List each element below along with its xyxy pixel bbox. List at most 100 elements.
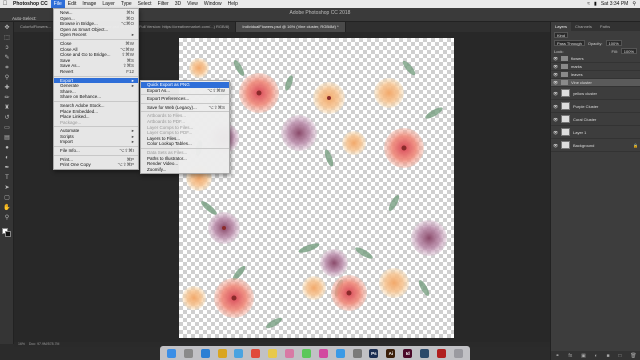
menubar-clock[interactable]: Sat 3:34 PM: [601, 1, 629, 7]
panel-tab-paths[interactable]: Paths: [596, 22, 614, 31]
opacity-input[interactable]: 100%: [605, 40, 622, 46]
new-group-icon[interactable]: ■: [607, 353, 610, 359]
menubar-item-type[interactable]: Type: [118, 0, 135, 8]
visibility-eye-icon[interactable]: 👁: [553, 56, 558, 61]
photoshop-icon[interactable]: Ps: [369, 348, 379, 358]
adjustment-icon[interactable]: ◐: [595, 353, 598, 359]
fx-icon[interactable]: fx: [568, 353, 572, 359]
menubar-item-image[interactable]: Image: [79, 0, 99, 8]
acrobat-icon[interactable]: [436, 348, 446, 358]
background-color-swatch[interactable]: [5, 231, 11, 237]
spotlight-icon[interactable]: ⚲: [632, 1, 636, 7]
stamp-tool-icon[interactable]: ♜: [2, 104, 12, 112]
lasso-tool-icon[interactable]: ↄ: [2, 44, 12, 52]
menu-item-color-lookup-tables[interactable]: Color Lookup Tables...: [141, 141, 229, 147]
illustrator-icon[interactable]: Ai: [386, 348, 396, 358]
new-layer-icon[interactable]: □: [618, 353, 621, 359]
eyedropper-tool-icon[interactable]: ⚲: [2, 74, 12, 82]
itunes-icon[interactable]: [318, 348, 328, 358]
apple-icon[interactable]: : [0, 1, 10, 7]
menubar-item-select[interactable]: Select: [135, 0, 155, 8]
blend-mode-select[interactable]: Pass Through: [554, 40, 585, 46]
layer-row[interactable]: 👁 Background 🔒: [551, 139, 640, 152]
marquee-tool-icon[interactable]: ⬚: [2, 34, 12, 42]
layer-row[interactable]: 👁 yellow cluster: [551, 87, 640, 100]
battery-icon[interactable]: ▮: [594, 1, 597, 7]
panel-tab-layers[interactable]: Layers: [551, 22, 572, 31]
photos-icon[interactable]: [285, 348, 295, 358]
path-select-tool-icon[interactable]: ➤: [2, 184, 12, 192]
move-tool-icon[interactable]: ✥: [2, 24, 12, 32]
visibility-eye-icon[interactable]: 👁: [553, 143, 558, 148]
healing-tool-icon[interactable]: ✚: [2, 84, 12, 92]
menu-item-open-recent[interactable]: Open Recent ▸: [54, 32, 138, 38]
wifi-icon[interactable]: ≈: [587, 1, 590, 7]
panel-tab-channels[interactable]: Channels: [571, 22, 596, 31]
finder-icon[interactable]: [166, 348, 176, 358]
safari-icon[interactable]: [200, 348, 210, 358]
indesign-icon[interactable]: Id: [403, 348, 413, 358]
menubar-item-help[interactable]: Help: [225, 0, 241, 8]
visibility-eye-icon[interactable]: 👁: [553, 117, 558, 122]
layer-row[interactable]: 👁 Purple Cluster: [551, 100, 640, 113]
menubar-item-file[interactable]: File: [50, 0, 65, 8]
brush-tool-icon[interactable]: ✏: [2, 94, 12, 102]
visibility-eye-icon[interactable]: 👁: [553, 64, 558, 69]
layer-filter-select[interactable]: Kind: [554, 32, 569, 38]
layer-row[interactable]: 👁 leaves: [551, 71, 640, 79]
crop-tool-icon[interactable]: ⌗: [2, 64, 12, 72]
visibility-eye-icon[interactable]: 👁: [553, 72, 558, 77]
shape-tool-icon[interactable]: ▢: [2, 194, 12, 202]
type-tool-icon[interactable]: T: [2, 174, 12, 182]
layer-row[interactable]: 👁 Vine cluster: [551, 79, 640, 87]
history-brush-icon[interactable]: ↺: [2, 114, 12, 122]
visibility-eye-icon[interactable]: 👁: [553, 130, 558, 135]
quick-select-tool-icon[interactable]: ✎: [2, 54, 12, 62]
menu-item-save-for-web-legacy[interactable]: Save for Web (Legacy)... ⌥⇧⌘S: [141, 105, 229, 111]
notes-icon[interactable]: [268, 348, 278, 358]
menu-item-import[interactable]: Import ▸: [54, 139, 138, 145]
blur-tool-icon[interactable]: ●: [2, 144, 12, 152]
layer-row[interactable]: 👁 Coral Cluster: [551, 113, 640, 126]
eraser-tool-icon[interactable]: ▭: [2, 124, 12, 132]
layer-row[interactable]: 👁 flowers: [551, 55, 640, 63]
menu-item-revert[interactable]: Revert F12: [54, 69, 138, 75]
menu-item-export-preferences[interactable]: Export Preferences...: [141, 96, 229, 102]
trash-icon[interactable]: [453, 348, 463, 358]
menu-item-zoomify[interactable]: Zoomify...: [141, 167, 229, 173]
pen-tool-icon[interactable]: ✒: [2, 164, 12, 172]
menubar-item-layer[interactable]: Layer: [99, 0, 118, 8]
appstore-icon[interactable]: [335, 348, 345, 358]
settings-icon[interactable]: [352, 348, 362, 358]
document-tab[interactable]: ColorfulFlowers...: [14, 22, 59, 32]
visibility-eye-icon[interactable]: 👁: [553, 80, 558, 85]
menubar-item-view[interactable]: View: [184, 0, 201, 8]
lightroom-icon[interactable]: [420, 348, 430, 358]
visibility-eye-icon[interactable]: 👁: [553, 91, 558, 96]
calendar-icon[interactable]: [251, 348, 261, 358]
menubar-item-3d[interactable]: 3D: [172, 0, 184, 8]
dodge-tool-icon[interactable]: ◐: [2, 154, 12, 162]
menu-item-file-info[interactable]: File Info... ⌥⇧⌘I: [54, 148, 138, 154]
messages-icon[interactable]: [301, 348, 311, 358]
auto-select-label[interactable]: Auto-Select:: [12, 16, 37, 21]
layer-row[interactable]: 👁 marks: [551, 63, 640, 71]
mail-icon[interactable]: [234, 348, 244, 358]
menubar-item-edit[interactable]: Edit: [65, 0, 80, 8]
gradient-tool-icon[interactable]: ▤: [2, 134, 12, 142]
hand-tool-icon[interactable]: ✋: [2, 204, 12, 212]
layer-row[interactable]: 👁 Layer 1: [551, 126, 640, 139]
menubar-item-filter[interactable]: Filter: [155, 0, 172, 8]
menu-item-share-on-behance[interactable]: Share on Behance...: [54, 94, 138, 100]
visibility-eye-icon[interactable]: 👁: [553, 104, 558, 109]
fill-input[interactable]: 100%: [620, 48, 637, 54]
launchpad-icon[interactable]: [183, 348, 193, 358]
trash-icon[interactable]: 🗑: [630, 353, 636, 359]
mask-icon[interactable]: ▣: [581, 353, 586, 359]
link-layers-icon[interactable]: ⚭: [555, 353, 559, 359]
menubar-item-photoshop-cc[interactable]: Photoshop CC: [10, 0, 51, 8]
document-tab[interactable]: IndividualFlowers.psd @ 16% (Vine cluste…: [236, 22, 346, 32]
zoom-tool-icon[interactable]: ⚲: [2, 214, 12, 222]
menubar-item-window[interactable]: Window: [201, 0, 225, 8]
chrome-icon[interactable]: [217, 348, 227, 358]
